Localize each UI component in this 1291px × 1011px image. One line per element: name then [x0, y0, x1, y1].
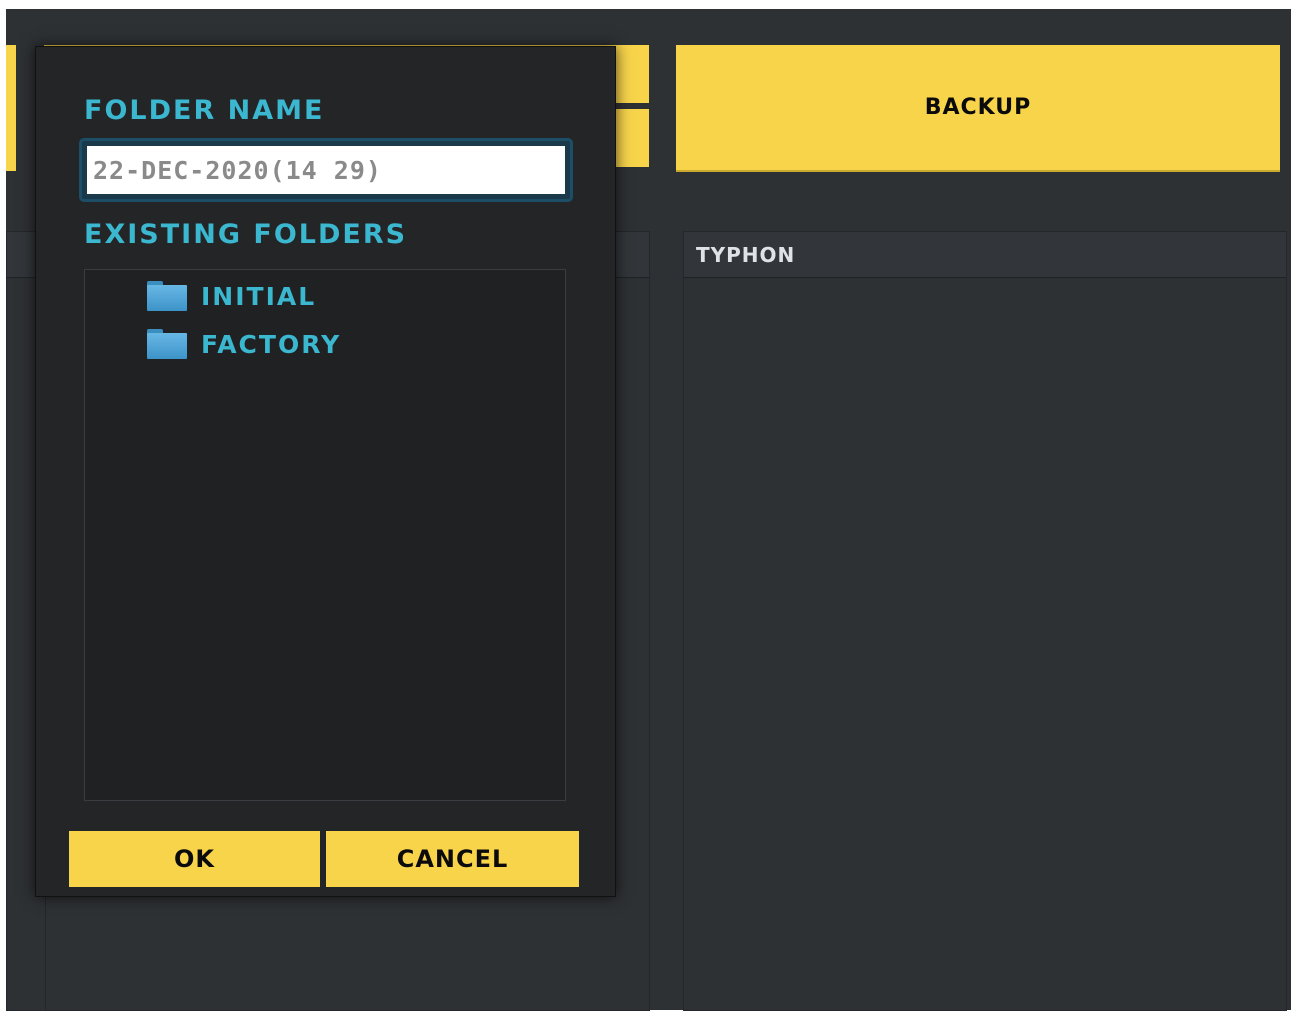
backup-folder-dialog: FOLDER NAME EXISTING FOLDERS INITIAL FAC… [35, 46, 616, 897]
background-button-edge [6, 45, 16, 171]
folder-item-factory[interactable]: FACTORY [147, 326, 341, 362]
right-panel-header: TYPHON [684, 232, 1286, 278]
folder-icon [147, 281, 187, 311]
folder-name-input[interactable] [87, 146, 565, 194]
existing-folders-label: EXISTING FOLDERS [84, 219, 408, 250]
folder-item-label: FACTORY [201, 329, 342, 359]
existing-folders-list[interactable]: INITIAL FACTORY [84, 269, 566, 801]
right-panel: TYPHON [683, 231, 1287, 1011]
cancel-button[interactable]: CANCEL [326, 831, 579, 887]
folder-icon [147, 329, 187, 359]
folder-name-field-frame [79, 138, 573, 202]
folder-name-label: FOLDER NAME [84, 95, 325, 126]
backup-button[interactable]: BACKUP [676, 45, 1280, 172]
folder-item-initial[interactable]: INITIAL [147, 278, 316, 314]
ok-button[interactable]: OK [69, 831, 320, 887]
folder-item-label: INITIAL [201, 281, 317, 311]
